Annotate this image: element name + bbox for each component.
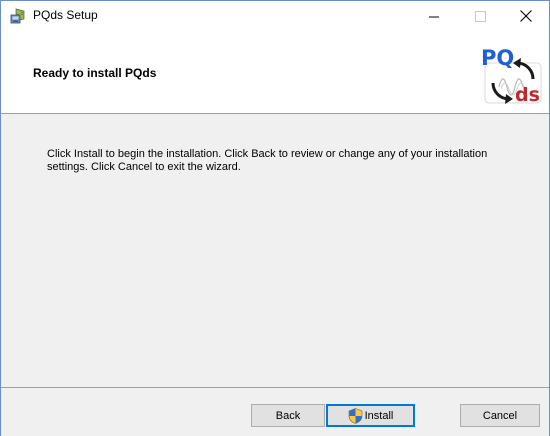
install-button-label: Install — [364, 409, 394, 422]
installer-icon — [10, 8, 25, 24]
close-button[interactable] — [503, 1, 549, 31]
instruction-text: Click Install to begin the installation.… — [47, 148, 488, 173]
cancel-button-label: Cancel — [482, 409, 518, 422]
maximize-icon — [474, 10, 486, 22]
install-button[interactable]: Install — [326, 404, 415, 427]
minimize-button[interactable] — [411, 1, 457, 31]
back-button-label: Back — [275, 409, 301, 422]
logo-text-ds: ds — [515, 84, 540, 105]
header-banner: Ready to install PQds PQ ds — [1, 31, 549, 114]
close-icon — [520, 10, 532, 22]
setup-window: PQds Setup Ready to install PQds PQ ds C… — [0, 0, 550, 436]
pqds-logo: PQ ds — [481, 46, 542, 105]
minimize-icon — [428, 16, 439, 17]
title-bar[interactable]: PQds Setup — [1, 1, 549, 31]
logo-text-pq: PQ — [481, 46, 514, 70]
uac-shield-icon — [348, 407, 362, 424]
button-bar: Back Install Cancel — [1, 387, 549, 436]
back-button[interactable]: Back — [251, 404, 325, 427]
cancel-button[interactable]: Cancel — [460, 404, 540, 427]
window-title: PQds Setup — [33, 8, 98, 22]
page-title: Ready to install PQds — [33, 66, 157, 80]
content-area: Click Install to begin the installation.… — [1, 114, 549, 387]
maximize-button — [457, 1, 503, 31]
